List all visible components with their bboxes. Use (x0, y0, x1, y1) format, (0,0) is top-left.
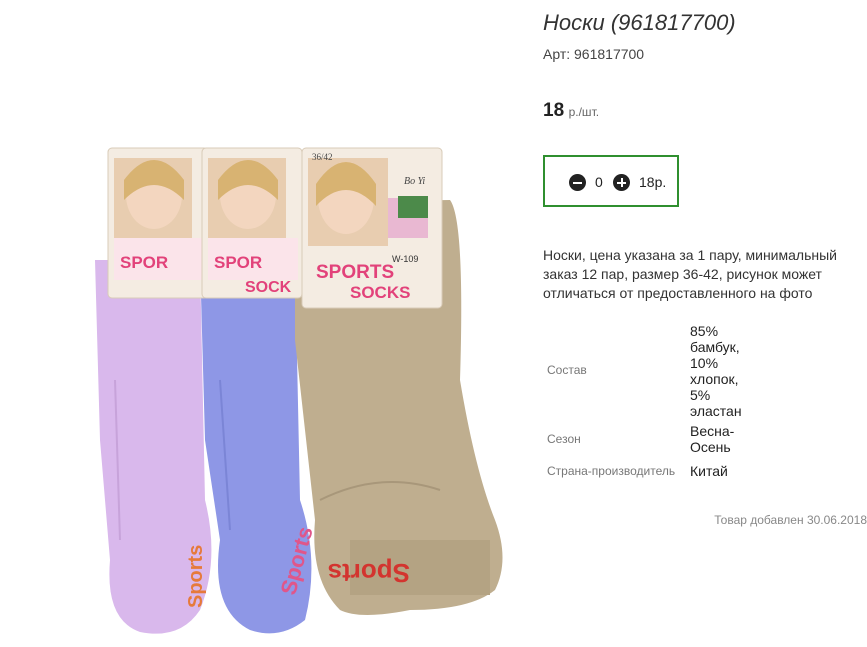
spec-row-composition: Состав 85% бамбук, 10% хлопок, 5% эласта… (543, 320, 867, 420)
svg-text:SPOR: SPOR (120, 253, 168, 272)
quantity-selector: 0 18р. (543, 155, 679, 207)
minus-icon[interactable] (569, 174, 586, 191)
product-title: Носки (961817700) (543, 10, 736, 35)
sole-text-lilac: Sports (185, 545, 207, 608)
svg-text:SOCK: SOCK (245, 279, 292, 296)
date-added: Товар добавлен 30.06.2018 (714, 513, 867, 527)
product-image: Sports Sports Sports SPOR SPOR SOCK W-10… (95, 147, 503, 634)
label-line2: SOCKS (350, 283, 410, 302)
spec-label: Страна-производитель (547, 464, 676, 478)
product-price: 18 р./шт. (543, 100, 599, 122)
spec-label: Состав (547, 363, 587, 377)
label-line1: SPORTS (316, 262, 394, 283)
product-description: Носки, цена указана за 1 пару, минимальн… (543, 247, 837, 301)
quantity-value: 0 (595, 174, 603, 190)
svg-text:SPOR: SPOR (214, 253, 262, 272)
spec-value: Китай (690, 463, 728, 479)
package-1: SPOR (107, 147, 209, 299)
model-text: W-109 (392, 254, 418, 264)
sole-text-beige: Sports (328, 558, 410, 588)
package-2: SPOR SOCK (201, 147, 303, 299)
brand-text: Bo Yi (404, 176, 425, 187)
quantity-total: 18р. (639, 174, 667, 190)
spec-row-season: Сезон Весна-Осень (543, 422, 867, 456)
spec-value: Весна-Осень (690, 423, 735, 455)
package-3: W-109 SPORTS SOCKS 36/42 Bo Yi (301, 147, 443, 309)
spec-row-country: Страна-производитель Китай (543, 462, 867, 482)
product-sku: Арт: 961817700 (543, 46, 645, 62)
size-text: 36/42 (312, 152, 333, 162)
price-unit: р./шт. (568, 105, 600, 119)
spec-label: Сезон (547, 432, 581, 446)
price-value: 18 (543, 100, 565, 121)
plus-icon[interactable] (613, 174, 630, 191)
spec-value: 85% бамбук, 10% хлопок, 5% эластан (690, 323, 742, 419)
